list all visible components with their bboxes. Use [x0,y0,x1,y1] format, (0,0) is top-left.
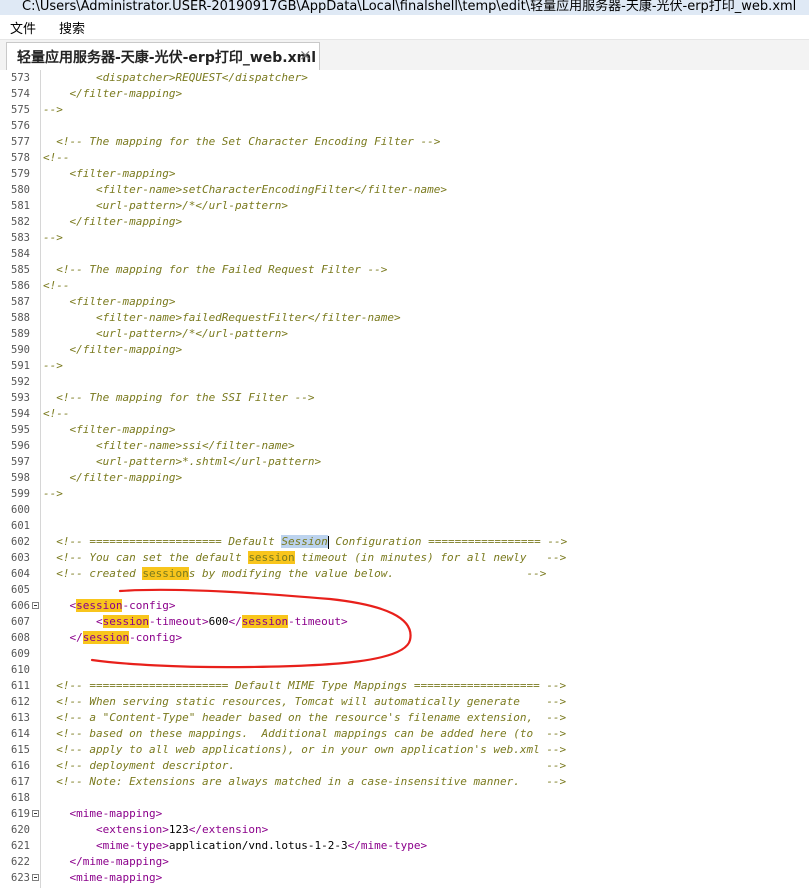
close-icon[interactable]: × [299,46,312,64]
red-ellipse-annotation [90,588,412,669]
menu-search[interactable]: 搜索 [59,18,85,37]
tab-label: 轻量应用服务器-天康-光伏-erp打印_web.xml [17,50,317,66]
menu-bar: 文件 搜索 [0,15,809,40]
menu-file[interactable]: 文件 [10,18,36,37]
code-editor[interactable]: 573 <dispatcher>REQUEST</dispatcher> 574 … [0,70,809,888]
tab-web-xml[interactable]: 轻量应用服务器-天康-光伏-erp打印_web.xml × [6,42,320,70]
window-title: C:\Users\Administrator.USER-20190917GB\A… [22,0,797,14]
tab-bar: 轻量应用服务器-天康-光伏-erp打印_web.xml × [0,40,809,71]
window-titlebar: C:\Users\Administrator.USER-20190917GB\A… [0,0,809,15]
